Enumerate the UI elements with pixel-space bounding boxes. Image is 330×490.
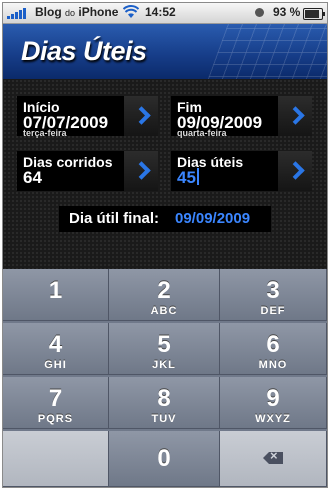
numeric-keypad: 1 2 ABC 3 DEF 4 GHI 5 JKL 6 MNO 7 PQRS 8 TUV 9W… — [3, 269, 327, 487]
final-value: 09/09/2009 — [175, 210, 251, 227]
date-form: Início 07/07/2009 terça-feira Fim 09/09/… — [3, 79, 327, 269]
inicio-field[interactable]: Início 07/07/2009 terça-feira — [17, 96, 123, 138]
delete-key[interactable] — [220, 431, 327, 487]
final-date-box: Dia útil final: 09/09/2009 — [59, 206, 271, 232]
carrier-name: Blog do iPhone — [35, 5, 119, 19]
dias-uteis-field[interactable]: Dias úteis 45 — [171, 151, 277, 191]
inicio-chevron-button[interactable] — [123, 96, 158, 136]
status-bar: Blog do iPhone 14:52 93 % — [3, 3, 327, 24]
key-0[interactable]: 0 — [109, 431, 220, 487]
dias-corridos-value: 64 — [23, 168, 42, 187]
status-time: 14:52 — [145, 5, 176, 19]
page-title: Dias Úteis — [21, 36, 147, 66]
key-7[interactable]: 7 PQRS — [3, 377, 109, 429]
battery-percent: 93 % — [273, 5, 301, 19]
key-2[interactable]: 2 ABC — [109, 269, 220, 321]
key-8[interactable]: 8 TUV — [109, 377, 220, 429]
dias-corridos-field[interactable]: Dias corridos 64 — [17, 151, 123, 191]
iphone-screen: Blog do iPhone 14:52 93 % Dias Úteis Iní… — [2, 2, 328, 488]
app-header: Dias Úteis — [3, 24, 327, 79]
dias-corridos-chevron-button[interactable] — [123, 151, 158, 191]
key-1[interactable]: 1 — [3, 269, 109, 321]
wifi-icon — [123, 5, 139, 18]
inicio-weekday: terça-feira — [23, 128, 67, 138]
fim-weekday: quarta-feira — [177, 128, 227, 138]
backspace-icon — [263, 452, 283, 464]
key-3[interactable]: 3 DEF — [220, 269, 327, 321]
fim-field[interactable]: Fim 09/09/2009 quarta-feira — [171, 96, 277, 138]
final-label: Dia útil final: — [69, 210, 159, 227]
key-4[interactable]: 4 GHI — [3, 323, 109, 375]
blank-key — [3, 431, 109, 487]
signal-icon — [7, 7, 31, 19]
dias-uteis-chevron-button[interactable] — [277, 151, 312, 191]
key-9[interactable]: 9 WXYZ — [220, 377, 327, 429]
dias-uteis-input[interactable]: 45 — [177, 168, 199, 188]
fim-chevron-button[interactable] — [277, 96, 312, 136]
alarm-icon — [255, 8, 264, 17]
battery-icon — [303, 8, 325, 20]
key-5[interactable]: 5 JKL — [109, 323, 220, 375]
key-6[interactable]: 6 MNO — [220, 323, 327, 375]
calendar-decoration — [204, 24, 327, 79]
text-cursor — [196, 168, 199, 185]
